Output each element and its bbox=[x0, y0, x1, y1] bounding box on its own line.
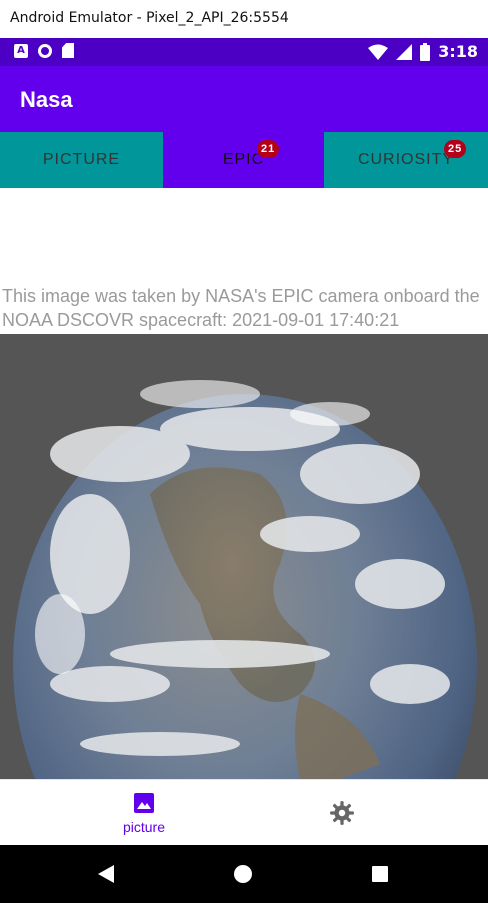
tab-picture-label: PICTURE bbox=[42, 151, 121, 168]
battery-icon bbox=[420, 42, 431, 61]
window-title: Android Emulator - Pixel_2_API_26:5554 bbox=[10, 10, 289, 26]
app-bar: Nasa bbox=[0, 66, 488, 132]
sd-card-icon bbox=[62, 43, 74, 58]
system-navigation-bar bbox=[0, 845, 488, 903]
tab-epic-badge: 21 bbox=[257, 140, 280, 158]
tab-epic[interactable]: EPIC 21 bbox=[163, 132, 324, 188]
earth-image-graphic bbox=[13, 380, 477, 779]
app-title: Nasa bbox=[20, 87, 73, 112]
notification-a-icon: A bbox=[14, 43, 28, 58]
tab-bar: PICTURE EPIC 21 CURIOSITY 25 bbox=[0, 132, 488, 188]
gear-icon bbox=[330, 801, 354, 825]
bottom-navigation: picture bbox=[0, 779, 488, 846]
nav-settings[interactable] bbox=[282, 780, 402, 846]
home-icon[interactable] bbox=[233, 864, 253, 884]
nav-picture[interactable]: picture bbox=[84, 780, 204, 846]
back-icon[interactable] bbox=[96, 864, 116, 884]
emulator-title-bar: Android Emulator - Pixel_2_API_26:5554 bbox=[0, 0, 488, 38]
image-caption: This image was taken by NASA's EPIC came… bbox=[2, 286, 480, 330]
tab-curiosity-label: CURIOSITY bbox=[357, 151, 455, 168]
wifi-icon bbox=[368, 44, 389, 60]
epic-earth-image bbox=[0, 334, 488, 779]
tab-curiosity-badge: 25 bbox=[444, 140, 467, 158]
recents-icon[interactable] bbox=[371, 865, 389, 883]
status-time: 3:18 bbox=[438, 42, 478, 61]
tab-picture[interactable]: PICTURE bbox=[0, 132, 163, 188]
signal-icon bbox=[396, 43, 413, 60]
image-icon bbox=[134, 793, 154, 813]
nav-picture-label: picture bbox=[122, 819, 166, 835]
tab-curiosity[interactable]: CURIOSITY 25 bbox=[324, 132, 488, 188]
notification-circle-icon bbox=[38, 43, 52, 58]
status-bar: A 3:18 bbox=[0, 38, 488, 66]
